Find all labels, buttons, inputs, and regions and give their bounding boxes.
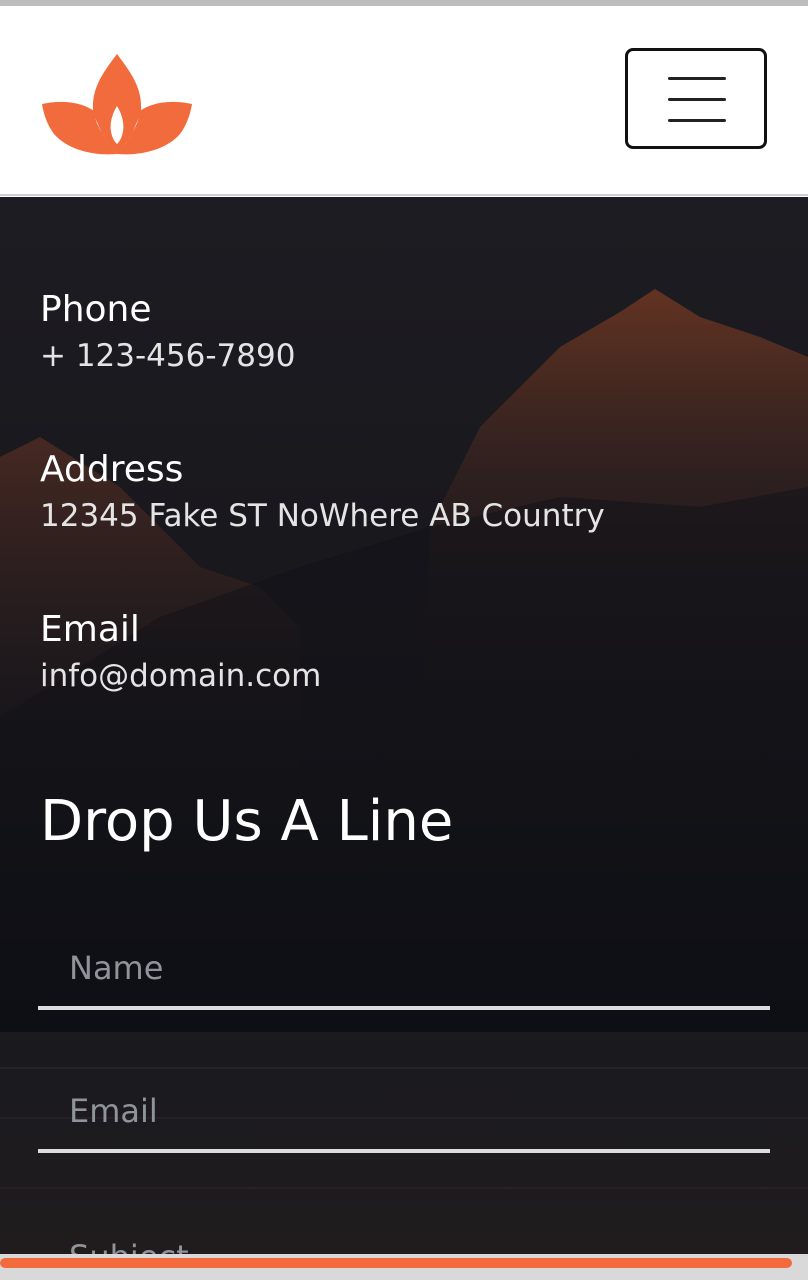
form-heading: Drop Us A Line: [40, 789, 454, 854]
site-header: [0, 6, 808, 196]
menu-toggle-button[interactable]: [625, 48, 767, 149]
email-field: [38, 1073, 770, 1153]
name-field: [38, 930, 770, 1010]
scroll-progress-fill: [0, 1258, 792, 1268]
email-info: Email info@domain.com: [40, 609, 321, 695]
phone-info: Phone + 123-456-7890: [40, 289, 295, 375]
scroll-progress-bar: [0, 1254, 808, 1280]
phone-label: Phone: [40, 289, 152, 330]
email-input[interactable]: [38, 1073, 770, 1149]
phone-value[interactable]: + 123-456-7890: [40, 337, 295, 375]
address-info: Address 12345 Fake ST NoWhere AB Country: [40, 449, 605, 535]
email-value[interactable]: info@domain.com: [40, 657, 321, 695]
lotus-logo-icon[interactable]: [40, 46, 194, 156]
name-input[interactable]: [38, 930, 770, 1006]
address-value: 12345 Fake ST NoWhere AB Country: [40, 498, 605, 534]
email-label: Email: [40, 609, 140, 650]
address-label: Address: [40, 449, 184, 490]
contact-section: Phone + 123-456-7890 Address 12345 Fake …: [0, 197, 808, 1280]
